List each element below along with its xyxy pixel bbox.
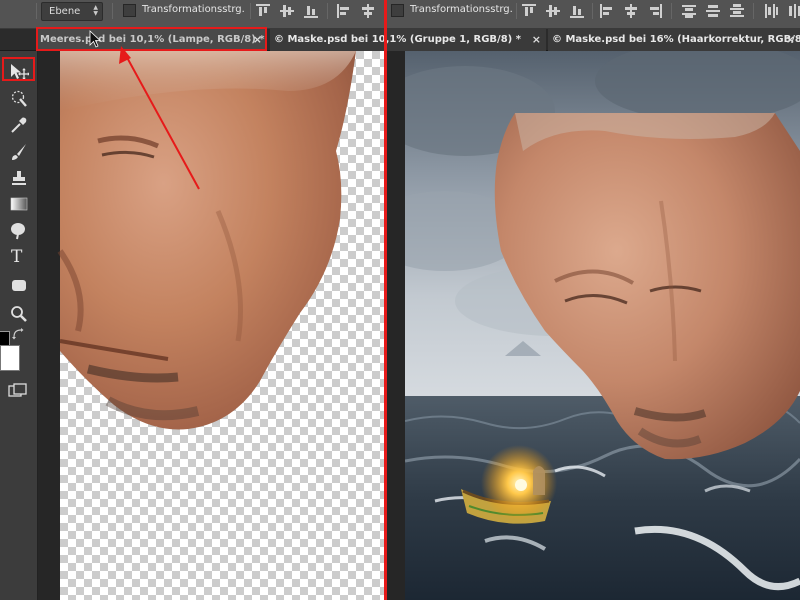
distribute-bottom-edges-icon[interactable]: [730, 4, 744, 18]
stamp-icon: [12, 171, 26, 185]
zoom-tool[interactable]: [5, 301, 33, 327]
align-vertical-centers-icon[interactable]: [546, 4, 560, 18]
swap-colors-icon[interactable]: [12, 328, 24, 340]
align-top-edges-icon[interactable]: [522, 4, 536, 18]
divider: [516, 3, 517, 19]
quick-mask-icon[interactable]: [8, 383, 28, 399]
divider: [250, 3, 251, 19]
auto-select-value: Ebene: [49, 6, 81, 17]
tab-maske-gruppe[interactable]: © Maske.psd bei 10,1% (Gruppe 1, RGB/8) …: [270, 29, 546, 51]
close-icon[interactable]: ×: [532, 29, 541, 51]
clone-stamp-tool[interactable]: [5, 165, 33, 191]
options-bar-left: Ebene ▲ ▼ Transformationsstrg.: [0, 0, 385, 29]
canvas-maske[interactable]: [387, 51, 800, 600]
align-left-edges-icon[interactable]: [337, 4, 351, 18]
align-bottom-edges-icon[interactable]: [304, 4, 318, 18]
tab-label: © Maske.psd bei 16% (Haarkorrektur, RGB/…: [552, 34, 800, 45]
shape-tool[interactable]: [5, 272, 33, 298]
sea-composite-image: [405, 51, 800, 600]
distribute-horizontal-centers-icon[interactable]: [788, 4, 800, 18]
tab-label: © Maske.psd bei 10,1% (Gruppe 1, RGB/8) …: [274, 34, 521, 45]
gradient-icon: [10, 197, 28, 211]
dodge-icon: [11, 223, 25, 240]
distribute-top-edges-icon[interactable]: [682, 4, 696, 18]
brush-icon: [12, 144, 26, 160]
canvas-meeres[interactable]: [38, 51, 384, 600]
show-transform-controls-label: Transformationsstrg.: [410, 4, 513, 15]
tab-highlight-annotation: [36, 27, 267, 51]
background-color-swatch[interactable]: [0, 345, 20, 371]
type-tool[interactable]: T: [5, 246, 33, 272]
options-bar: Ebene ▲ ▼ Transformationsstrg. Transforma…: [0, 0, 800, 29]
rounded-rectangle-icon: [12, 280, 26, 291]
zoom-icon: [11, 306, 27, 322]
close-icon[interactable]: ×: [786, 29, 795, 51]
divider: [592, 3, 593, 19]
quick-selection-icon: [11, 90, 27, 107]
align-left-edges-icon[interactable]: [600, 4, 614, 18]
distribute-vertical-centers-icon[interactable]: [706, 4, 720, 18]
divider: [327, 3, 328, 19]
quick-selection-tool[interactable]: [5, 86, 33, 112]
divider: [36, 3, 37, 19]
align-vertical-centers-icon[interactable]: [280, 4, 294, 18]
gradient-tool[interactable]: [5, 191, 33, 217]
align-horizontal-centers-icon[interactable]: [624, 4, 638, 18]
show-transform-controls-label: Transformationsstrg.: [142, 4, 245, 15]
align-top-edges-icon[interactable]: [256, 4, 270, 18]
distribute-left-edges-icon[interactable]: [764, 4, 778, 18]
align-bottom-edges-icon[interactable]: [570, 4, 584, 18]
divider: [753, 3, 754, 19]
divider: [112, 3, 113, 19]
face-layer-image: [57, 51, 356, 430]
divider: [671, 3, 672, 19]
show-transform-controls-checkbox[interactable]: [391, 4, 404, 17]
spinner-arrows-icon: ▲ ▼: [93, 4, 98, 17]
eyedropper-tool[interactable]: [5, 112, 33, 138]
show-transform-controls-checkbox[interactable]: [123, 4, 136, 17]
align-right-edges-icon[interactable]: [648, 4, 662, 18]
options-bar-right: Transformationsstrg.: [388, 0, 800, 29]
brush-tool[interactable]: [5, 139, 33, 165]
type-icon: T: [11, 247, 23, 267]
comparison-divider: [384, 0, 387, 600]
eyedropper-icon: [11, 117, 27, 133]
move-tool-highlight-annotation: [2, 57, 35, 81]
tab-maske-haarkorrektur[interactable]: © Maske.psd bei 16% (Haarkorrektur, RGB/…: [548, 29, 800, 51]
dodge-tool[interactable]: [5, 217, 33, 243]
align-horizontal-centers-icon[interactable]: [361, 4, 375, 18]
tools-panel: T: [0, 51, 38, 600]
auto-select-dropdown[interactable]: Ebene ▲ ▼: [41, 2, 103, 21]
